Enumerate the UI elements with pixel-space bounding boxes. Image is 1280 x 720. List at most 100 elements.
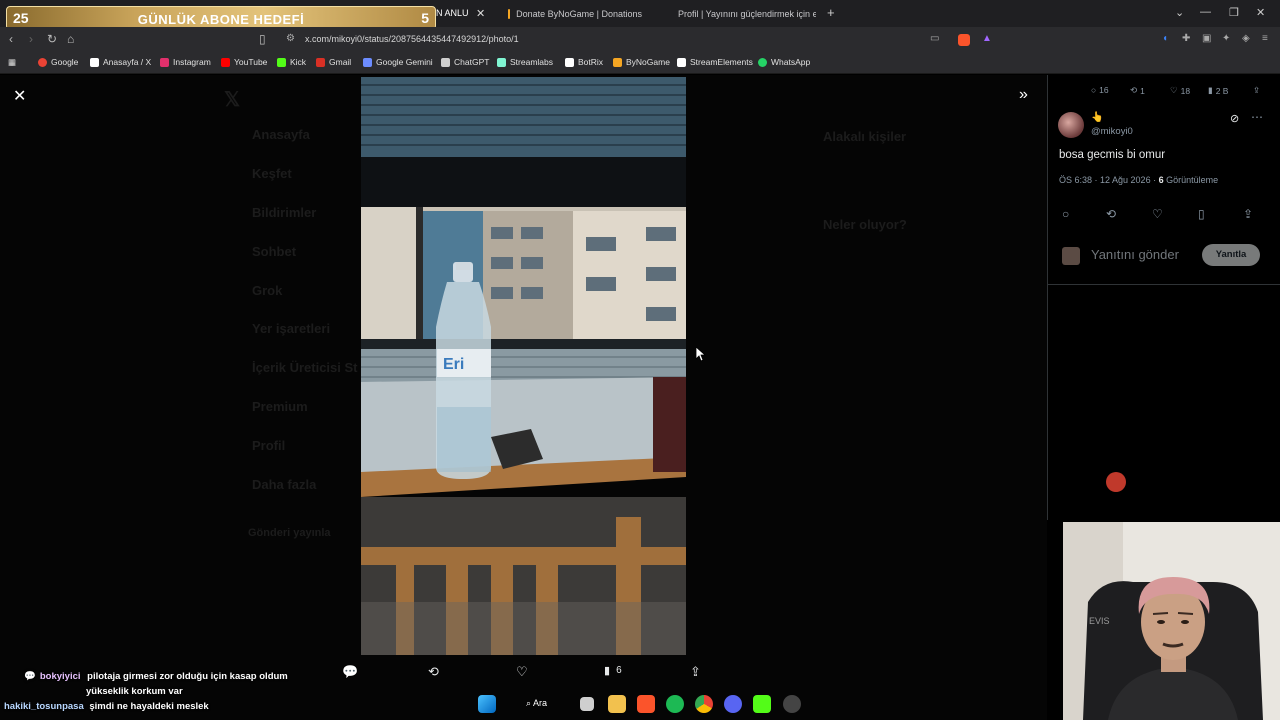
reply-icon[interactable]: ○ xyxy=(1062,207,1069,221)
grok-icon[interactable]: ⊘ xyxy=(1230,112,1239,125)
bookmark-gmail[interactable]: Gmail xyxy=(316,57,351,67)
views-icon: ▮ xyxy=(604,665,611,677)
discord-icon[interactable] xyxy=(724,695,742,713)
windows-start-icon[interactable] xyxy=(478,695,496,713)
minimize-icon[interactable]: — xyxy=(1200,6,1211,18)
file-explorer-icon[interactable] xyxy=(608,695,626,713)
user-handle[interactable]: @mikoyi0 xyxy=(1091,126,1133,137)
bynogame-icon xyxy=(508,9,511,19)
restore-icon[interactable]: ❐ xyxy=(1229,6,1239,19)
tweet-text: bosa gecmis bi omur xyxy=(1059,149,1166,161)
close-lightbox-icon[interactable]: ✕ xyxy=(13,86,26,106)
chat-message: hakiki_tosunpasa şimdi ne hayaldeki mesl… xyxy=(4,699,288,714)
repost-icon[interactable]: ⟲ xyxy=(1106,207,1116,221)
chat-text: pilotaja girmesi zor olduğu için kasap o… xyxy=(87,671,288,682)
chat-badge-icon: 💬 xyxy=(24,671,36,682)
spotify-icon[interactable] xyxy=(666,695,684,713)
views-icon: ▮ xyxy=(1208,85,1213,95)
tab-list-icon[interactable]: ⌄ xyxy=(1175,6,1184,19)
url-field[interactable]: x.com/mikoyi0/status/2087564435447492912… xyxy=(305,34,519,44)
site-info-icon[interactable]: ⚙ xyxy=(286,33,295,44)
bookmark-instagram[interactable]: Instagram xyxy=(160,57,211,67)
bookmark-gemini[interactable]: Google Gemini xyxy=(363,57,433,67)
x-icon xyxy=(90,57,99,67)
menu-icon[interactable]: ≡ xyxy=(1262,33,1268,44)
ghost-nav-item: Grok xyxy=(252,283,283,298)
expand-sidebar-icon[interactable]: » xyxy=(1019,86,1028,104)
reply-icon[interactable]: 💬 xyxy=(342,664,358,680)
bookmark-x[interactable]: Anasayfa / X xyxy=(90,57,151,67)
new-tab-icon[interactable]: + xyxy=(827,5,835,20)
kick-app-icon[interactable] xyxy=(753,695,771,713)
views-button[interactable]: ▮ 6 xyxy=(604,664,622,677)
divider xyxy=(1048,284,1280,285)
bynogame-icon xyxy=(613,57,622,67)
back-icon[interactable]: ‹ xyxy=(9,32,13,46)
audio-icon[interactable]: ◖ xyxy=(1162,33,1168,44)
share-icon[interactable]: ⇪ xyxy=(690,664,701,680)
repost-stat[interactable]: ⟲ 1 xyxy=(1130,85,1145,96)
extensions-icon[interactable]: ✚ xyxy=(1182,33,1190,44)
ghost-post-button: Gönderi yayınla xyxy=(248,527,331,539)
chat-message: 💬 bokyiyici pilotaja girmesi zor olduğu i… xyxy=(4,669,288,684)
bookmark-kick[interactable]: Kick xyxy=(277,57,306,67)
bookmark-chatgpt[interactable]: ChatGPT xyxy=(441,57,489,67)
brave-rewards-icon[interactable]: ▲ xyxy=(982,33,992,44)
task-view-icon[interactable] xyxy=(580,697,594,711)
gemini-icon xyxy=(363,57,372,67)
home-icon[interactable]: ⌂ xyxy=(67,32,74,46)
taskbar-search[interactable]: ⌕ Ara xyxy=(526,698,547,709)
apps-icon[interactable]: ▦ xyxy=(8,57,16,68)
display-name[interactable]: 👆 xyxy=(1091,112,1103,123)
more-options-icon[interactable]: ⋯ xyxy=(1251,110,1263,124)
bookmark-icon[interactable]: ▯ xyxy=(1198,207,1205,221)
vpn-icon[interactable]: ◈ xyxy=(1242,33,1250,44)
youtube-icon xyxy=(221,57,230,67)
tweet-photo[interactable]: Eri xyxy=(361,77,686,655)
bookmark-google[interactable]: Google xyxy=(38,57,78,67)
share-icon[interactable]: ⇪ xyxy=(1243,207,1253,221)
bookmark-youtube[interactable]: YouTube xyxy=(221,57,267,67)
close-window-icon[interactable]: ✕ xyxy=(1256,6,1265,19)
ghost-nav-item: Premium xyxy=(252,399,308,414)
views-stat[interactable]: ▮ 2 B xyxy=(1208,85,1228,96)
sidebar-icon[interactable]: ▣ xyxy=(1202,33,1211,44)
reply-input[interactable]: Yanıtını gönder xyxy=(1091,247,1179,262)
streamelements-icon xyxy=(677,57,686,67)
tab-partial-label[interactable]: N ANLU xyxy=(436,8,469,18)
close-tab-icon[interactable]: ✕ xyxy=(476,7,485,20)
tweet-sidebar: ○ 16 ⟲ 1 ♡ 18 ▮ 2 B ⇪ 👆 @mikoyi0 ⊘ ⋯ bosa ge… xyxy=(1047,75,1280,520)
reply-stat[interactable]: ○ 16 xyxy=(1091,85,1109,95)
ghost-nav-item: Bildirimler xyxy=(252,205,317,220)
share-icon[interactable]: ⇪ xyxy=(1253,85,1260,96)
obs-icon[interactable] xyxy=(783,695,801,713)
bookmark-botrix[interactable]: BotRix xyxy=(565,57,603,67)
bookmark-bynogame[interactable]: ByNoGame xyxy=(613,57,670,67)
like-icon[interactable]: ♡ xyxy=(1152,207,1163,221)
bookmark-icon[interactable]: ▯ xyxy=(259,32,266,46)
like-icon[interactable]: ♡ xyxy=(516,664,528,680)
bookmark-streamlabs[interactable]: Streamlabs xyxy=(497,57,553,67)
cast-icon[interactable]: ▭ xyxy=(930,33,939,44)
brave-shield-icon[interactable] xyxy=(958,34,970,46)
ghost-nav-item: Sohbet xyxy=(252,244,297,259)
forward-icon[interactable]: › xyxy=(29,32,33,46)
reload-icon[interactable]: ↻ xyxy=(47,32,57,46)
address-bar: ‹ › ↻ ⌂ ▯ ⚙ x.com/mikoyi0/status/2087564… xyxy=(0,27,1280,52)
tweet-timestamp[interactable]: ÖS 6:38 · 12 Ağu 2026 · xyxy=(1059,175,1159,185)
tab-donate[interactable]: Donate ByNoGame | Donations xyxy=(500,3,650,25)
leo-icon[interactable]: ✦ xyxy=(1222,33,1230,44)
reply-button[interactable]: Yanıtla xyxy=(1202,244,1260,266)
views-count: 6 xyxy=(616,665,622,676)
bookmark-whatsapp[interactable]: WhatsApp xyxy=(758,57,810,67)
chatgpt-icon xyxy=(441,57,450,67)
repost-icon[interactable]: ⟲ xyxy=(428,664,439,680)
chat-username: hakiki_tosunpasa xyxy=(4,701,84,712)
avatar[interactable] xyxy=(1058,112,1084,138)
like-stat[interactable]: ♡ 18 xyxy=(1170,85,1190,96)
gmail-icon xyxy=(316,57,325,67)
chrome-icon[interactable] xyxy=(695,695,713,713)
brave-icon[interactable] xyxy=(637,695,655,713)
bookmark-streamelements[interactable]: StreamElements xyxy=(677,57,753,67)
tab-profile[interactable]: Profil | Yayınını güçlendirmek için en xyxy=(664,3,816,25)
